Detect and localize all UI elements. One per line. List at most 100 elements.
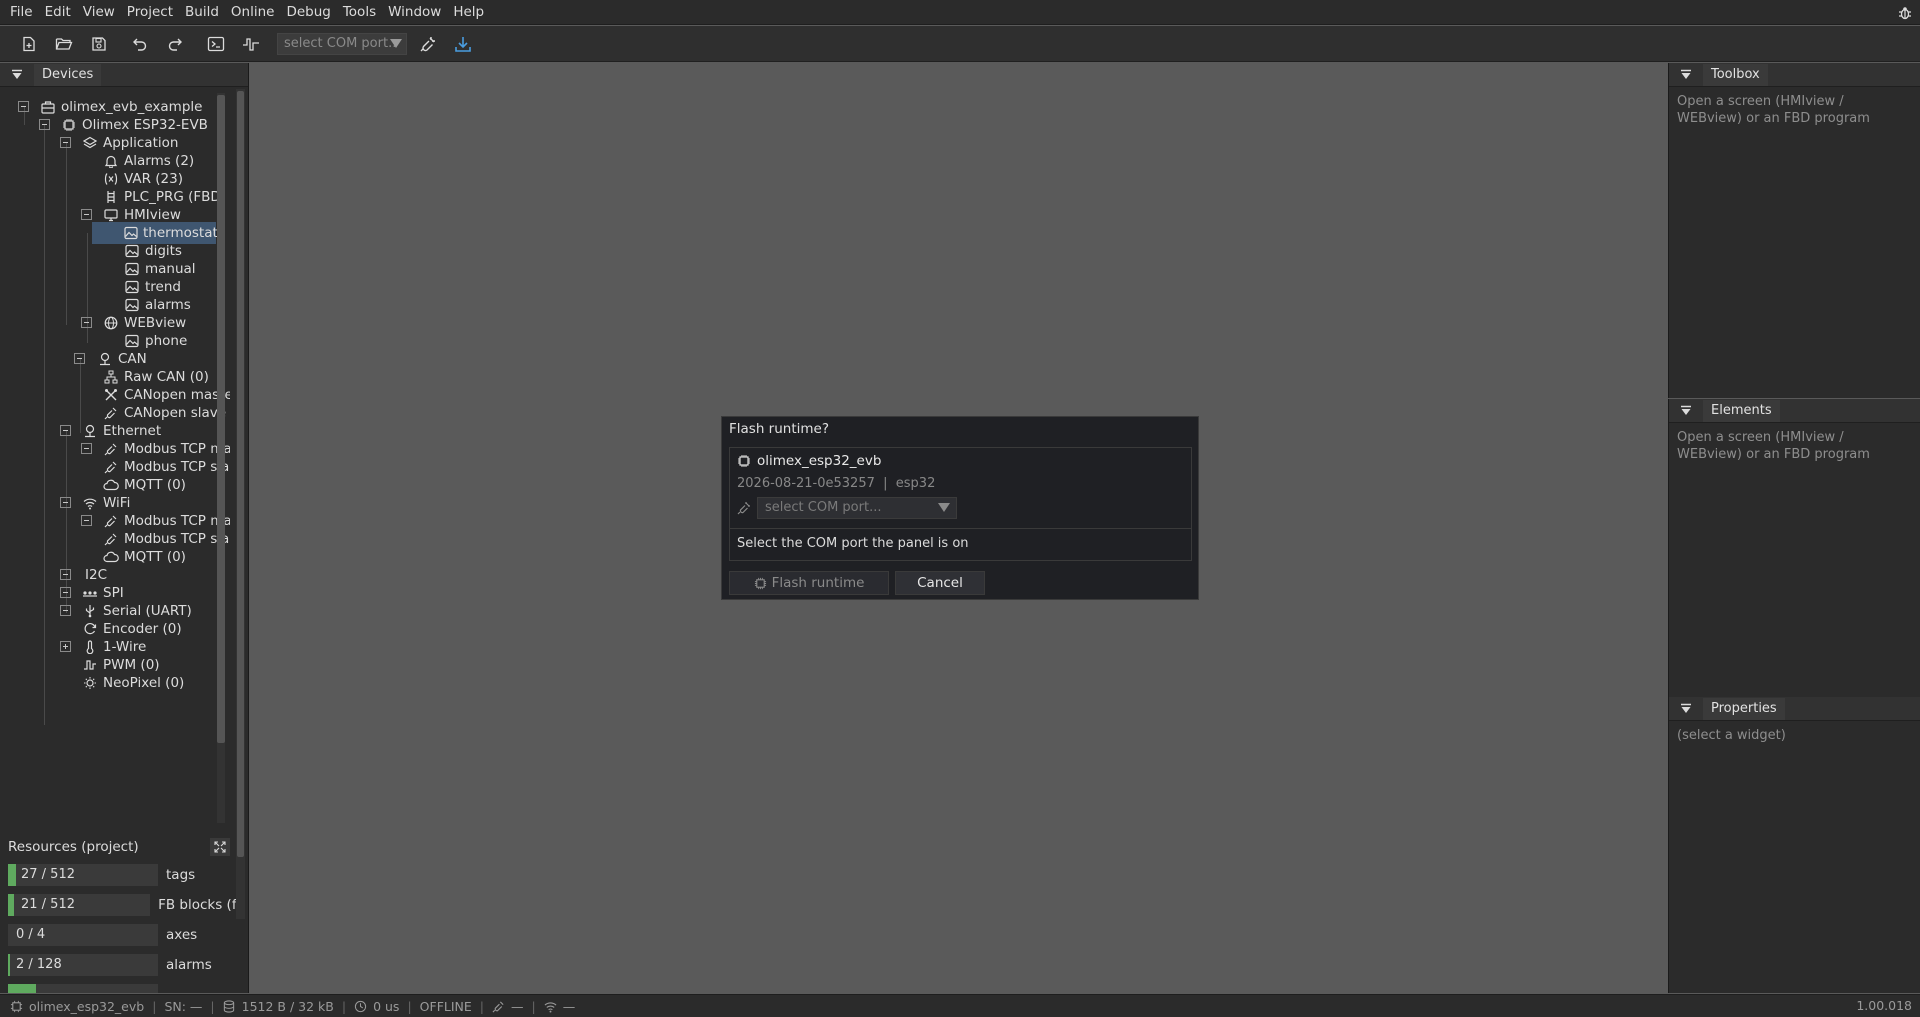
undo-icon[interactable] — [125, 29, 155, 59]
download-icon[interactable] — [448, 29, 478, 59]
panel-menu-icon[interactable] — [1669, 697, 1703, 721]
tree-item-label: CAN — [118, 351, 147, 367]
device-tree: olimex_evb_example Olimex ESP32-EVB Appl… — [0, 93, 230, 823]
tree-collapse-toggle[interactable] — [60, 497, 71, 508]
tree-item-label: Serial (UART) — [103, 603, 192, 619]
resource-row-axes: 0 / 4 axes — [8, 924, 236, 946]
tab-toolbox[interactable]: Toolbox — [1703, 63, 1768, 86]
menu-window[interactable]: Window — [382, 0, 447, 25]
terminal-icon[interactable] — [201, 29, 231, 59]
tree-item-mqtt-wifi[interactable]: MQTT (0) — [103, 546, 186, 568]
chevron-down-icon — [390, 38, 402, 48]
tree-item-label: olimex_evb_example — [61, 99, 203, 115]
connect-plug-icon[interactable] — [413, 29, 443, 59]
com-port-select[interactable]: select COM port.. — [277, 32, 407, 55]
menu-view[interactable]: View — [77, 0, 121, 25]
tree-collapse-toggle[interactable] — [81, 515, 92, 526]
tree-item-label: WiFi — [103, 495, 131, 511]
project-icon — [40, 99, 56, 115]
tree-item-label: alarms — [145, 297, 191, 313]
expand-icon[interactable] — [210, 838, 230, 856]
dialog-com-port-select[interactable]: select COM port... — [757, 497, 957, 519]
pwm-icon — [82, 657, 98, 673]
devices-panel: Devices olimex_evb_example Olimex ESP32-… — [0, 63, 249, 993]
resource-label: axes — [166, 927, 198, 943]
toolbar: select COM port.. — [0, 26, 1920, 62]
tree-collapse-toggle[interactable] — [74, 353, 85, 364]
resource-value: 21 / 512 — [21, 897, 75, 912]
tree-expand-toggle[interactable] — [60, 641, 71, 652]
panel-menu-icon[interactable] — [0, 63, 34, 87]
tree-item-label: Modbus TCP sla — [124, 531, 230, 547]
tree-collapse-toggle[interactable] — [60, 605, 71, 616]
resource-label: FB blocks (fl — [158, 897, 236, 913]
menu-build[interactable]: Build — [179, 0, 225, 25]
tree-collapse-toggle[interactable] — [60, 569, 71, 580]
flash-runtime-dialog: Flash runtime? olimex_esp32_evb 2026-08-… — [721, 416, 1199, 600]
tools-icon — [103, 387, 119, 403]
resource-value: 2 / 128 — [16, 957, 62, 972]
tab-properties[interactable]: Properties — [1703, 697, 1785, 720]
elements-placeholder: Open a screen (HMIview / WEBview) or an … — [1677, 430, 1870, 462]
tree-collapse-toggle[interactable] — [81, 317, 92, 328]
flash-runtime-button[interactable]: Flash runtime — [729, 571, 889, 595]
tree-item-label: WEBview — [124, 315, 187, 331]
menu-file[interactable]: File — [4, 0, 39, 25]
panel-menu-icon[interactable] — [1669, 63, 1703, 87]
cancel-button[interactable]: Cancel — [895, 571, 985, 595]
tree-item-label: Modbus TCP ma — [124, 513, 230, 529]
status-connection: — — [511, 998, 524, 1014]
menu-online[interactable]: Online — [225, 0, 281, 25]
tab-elements[interactable]: Elements — [1703, 399, 1780, 422]
statusbar: olimex_esp32_evb | SN: — | 1512 B / 32 k… — [0, 994, 1920, 1017]
wifi-icon — [82, 495, 98, 511]
tree-item-label: VAR (23) — [124, 171, 183, 187]
tree-scrollbar[interactable] — [217, 93, 225, 823]
tree-collapse-toggle[interactable] — [18, 101, 29, 112]
menu-project[interactable]: Project — [121, 0, 179, 25]
tree-collapse-toggle[interactable] — [60, 137, 71, 148]
menu-edit[interactable]: Edit — [39, 0, 77, 25]
plug-icon — [103, 459, 119, 475]
flash-runtime-label: Flash runtime — [771, 575, 865, 591]
panel-menu-icon[interactable] — [1669, 399, 1703, 423]
tree-collapse-toggle[interactable] — [60, 425, 71, 436]
image-icon — [124, 261, 140, 277]
tree-collapse-toggle[interactable] — [81, 209, 92, 220]
save-icon[interactable] — [84, 29, 114, 59]
monitor-icon — [103, 207, 119, 223]
tree-item-label: Modbus TCP sla — [124, 459, 230, 475]
open-folder-icon[interactable] — [49, 29, 79, 59]
redo-icon[interactable] — [160, 29, 190, 59]
status-version: 1.00.018 — [1856, 998, 1912, 1013]
cloud-icon — [103, 549, 119, 565]
menu-debug[interactable]: Debug — [280, 0, 336, 25]
bug-icon[interactable] — [1898, 6, 1912, 20]
resources-title: Resources (project) — [8, 839, 139, 855]
status-serial: SN: — — [164, 998, 203, 1014]
tree-collapse-toggle[interactable] — [60, 587, 71, 598]
clock-icon — [354, 999, 368, 1013]
tree-collapse-toggle[interactable] — [39, 119, 50, 130]
resource-label: tags — [166, 867, 196, 883]
tree-collapse-toggle[interactable] — [81, 443, 92, 454]
tree-item-neopixel[interactable]: NeoPixel (0) — [82, 672, 184, 694]
database-icon — [223, 999, 237, 1013]
signal-step-icon[interactable] — [236, 29, 266, 59]
tree-item-label: NeoPixel (0) — [103, 675, 185, 691]
variable-icon — [103, 171, 119, 187]
status-state: OFFLINE — [419, 998, 472, 1014]
plug-icon — [492, 999, 506, 1013]
resources-header: Resources (project) — [0, 835, 236, 859]
resource-row-tags: 27 / 512 tags — [8, 864, 236, 886]
chip-icon — [754, 577, 767, 590]
dialog-hint: Select the COM port the panel is on — [730, 528, 1191, 561]
tree-item-label: MQTT (0) — [124, 477, 186, 493]
status-wifi: — — [562, 998, 576, 1014]
tab-devices[interactable]: Devices — [34, 63, 102, 86]
menu-help[interactable]: Help — [447, 0, 490, 25]
devices-panel-header: Devices — [0, 63, 248, 87]
menu-tools[interactable]: Tools — [337, 0, 382, 25]
panel-scrollbar[interactable] — [236, 89, 245, 919]
new-file-icon[interactable] — [14, 29, 44, 59]
